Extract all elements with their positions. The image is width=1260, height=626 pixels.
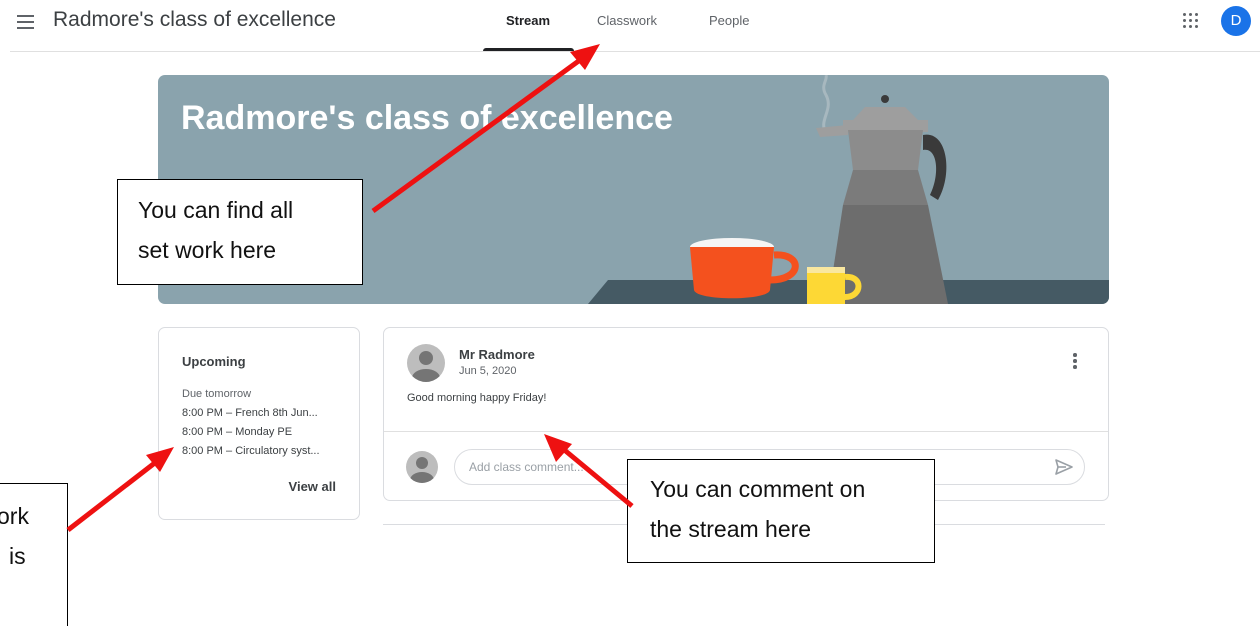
- upcoming-item[interactable]: 8:00 PM – Circulatory syst...: [182, 445, 342, 457]
- post-author: Mr Radmore: [459, 347, 535, 362]
- account-avatar[interactable]: D: [1221, 6, 1251, 36]
- upcoming-item[interactable]: 8:00 PM – French 8th Jun...: [182, 407, 342, 419]
- callout-stream: You can comment on the stream here: [627, 459, 935, 563]
- send-icon[interactable]: [1054, 457, 1074, 477]
- upcoming-title: Upcoming: [182, 354, 246, 369]
- view-all-link[interactable]: View all: [289, 479, 336, 494]
- callout-text: You can comment on: [650, 476, 866, 502]
- more-vert-icon[interactable]: [1070, 353, 1080, 371]
- class-title[interactable]: Radmore's class of excellence: [53, 8, 336, 32]
- upcoming-card: Upcoming Due tomorrow 8:00 PM – French 8…: [158, 327, 360, 520]
- post-date: Jun 5, 2020: [459, 365, 517, 377]
- apps-grid-icon[interactable]: [1183, 13, 1199, 29]
- menu-icon[interactable]: [16, 14, 36, 30]
- callout-text: is: [9, 543, 26, 569]
- person-icon: [407, 344, 445, 382]
- header-divider: [10, 51, 1260, 52]
- callout-classwork: You can find all set work here: [117, 179, 363, 285]
- tab-classwork[interactable]: Classwork: [597, 13, 657, 28]
- upcoming-item[interactable]: 8:00 PM – Monday PE: [182, 426, 342, 438]
- banner-title: Radmore's class of excellence: [181, 99, 673, 137]
- top-app-bar: Radmore's class of excellence Stream Cla…: [0, 0, 1260, 52]
- callout-text: the stream here: [650, 516, 812, 542]
- post-body: Good morning happy Friday!: [407, 392, 547, 404]
- callout-upcoming: ork is: [0, 483, 68, 626]
- callout-text: ork: [0, 503, 29, 529]
- due-label: Due tomorrow: [182, 388, 252, 400]
- callout-text: You can find all: [138, 197, 294, 223]
- callout-text: set work here: [138, 237, 277, 263]
- person-icon: [406, 451, 438, 483]
- tab-people[interactable]: People: [709, 13, 749, 28]
- post-divider: [384, 431, 1108, 432]
- tab-stream[interactable]: Stream: [506, 13, 550, 28]
